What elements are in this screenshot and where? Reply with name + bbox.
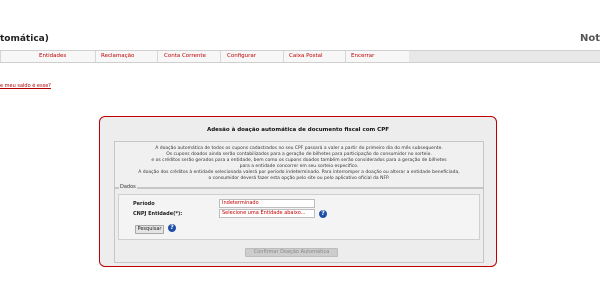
nav-separator — [283, 51, 284, 62]
info-line: Os cupons doados ainda serão contabiliza… — [166, 152, 432, 157]
saldo-help-link[interactable]: e meu saldo é esse? — [0, 83, 51, 89]
page-title: tomática) — [0, 34, 49, 44]
nav-separator — [0, 51, 1, 62]
panel-title: Adesão à doação automática de documento … — [206, 127, 389, 133]
periodo-label: Período — [133, 201, 155, 207]
dados-inner-box: Período Indeterminado CNPJ Entidade(*): … — [118, 194, 480, 240]
nav-separator — [220, 51, 221, 62]
search-button[interactable]: Pesquisar — [135, 225, 164, 234]
header-right-title: Not — [579, 33, 600, 44]
nav-item-caixa-postal[interactable]: Caixa Postal — [286, 51, 323, 62]
donation-panel: Adesão à doação automática de documento … — [99, 116, 497, 267]
nav-item-reclamacao[interactable]: Reclamação — [98, 51, 134, 62]
nav-filler — [409, 51, 600, 62]
info-line: e os créditos serão gerados para a entid… — [151, 158, 447, 163]
nav-separator — [95, 51, 96, 62]
help-icon[interactable]: ? — [168, 224, 176, 232]
info-line: A doação automática de todos os cupons c… — [155, 146, 443, 151]
nav-item-entidades[interactable]: Entidades — [36, 51, 66, 62]
nav-item-configurar[interactable]: Configurar — [224, 51, 256, 62]
info-box: A doação automática de todos os cupons c… — [114, 141, 484, 189]
info-line: A doação dos créditos à entidade selecio… — [138, 170, 460, 175]
fieldset-legend: Dados — [119, 184, 137, 190]
info-line: para a entidade concorrer em seu sorteio… — [239, 164, 359, 169]
help-icon[interactable]: ? — [319, 210, 327, 218]
main-nav: Entidades Reclamação Conta Corrente Conf… — [0, 50, 600, 63]
confirm-donation-button[interactable]: Confirmar Doação Automática — [245, 248, 338, 257]
cnpj-entidade-select[interactable]: Selecione uma Entidade abaixo... — [219, 209, 315, 218]
nav-separator — [157, 51, 158, 62]
nav-item-conta-corrente[interactable]: Conta Corrente — [161, 51, 206, 62]
nav-item-encerrar[interactable]: Encerrar — [348, 51, 374, 62]
cnpj-label: CNPJ Entidade(*): — [133, 211, 183, 217]
periodo-field[interactable]: Indeterminado — [219, 199, 315, 208]
nav-separator — [345, 51, 346, 62]
info-line: o consumidor deverá fazer esta opção pel… — [208, 176, 390, 181]
